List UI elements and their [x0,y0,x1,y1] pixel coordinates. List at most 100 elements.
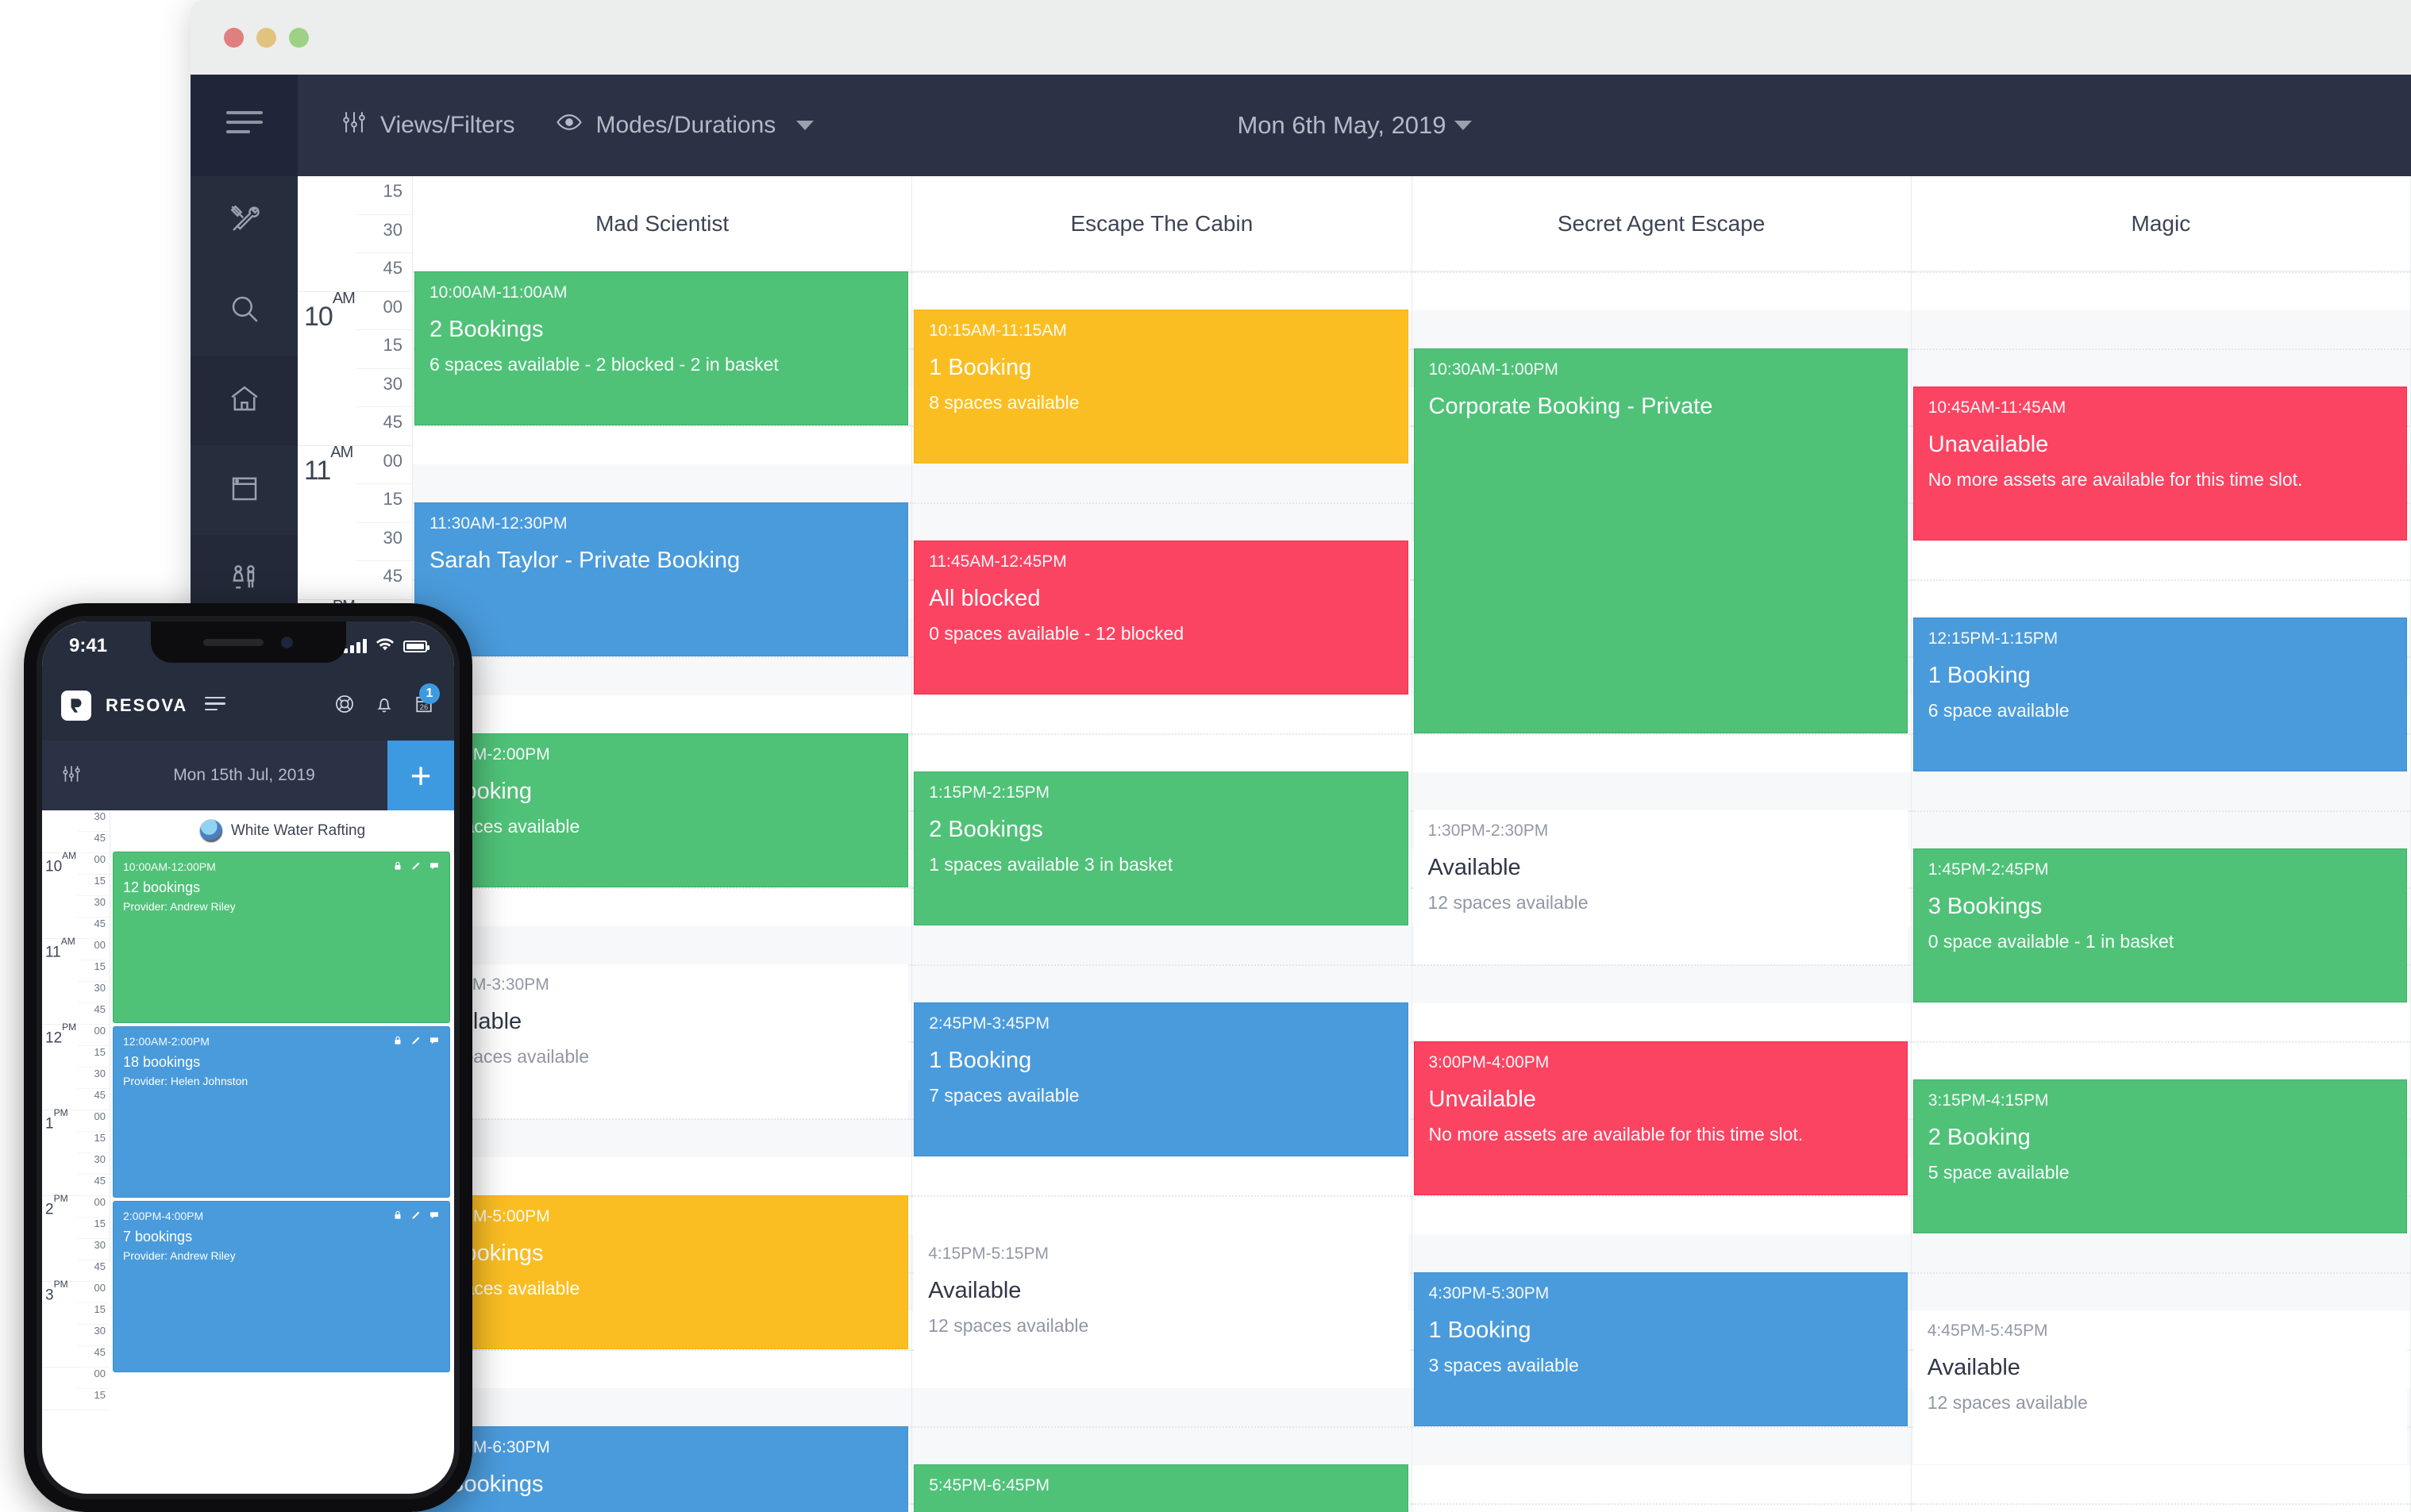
calendar-event[interactable]: 2:30PM-3:30PM Available 12 spaces availabl… [414,964,909,1118]
sidebar-item-search[interactable] [191,266,298,356]
calendar-event[interactable]: 10:45AM-11:45AM Unavailable No more assets… [1912,387,2407,541]
calendar-event[interactable]: 4:00PM-5:00PM 3 Bookings 4 spaces availabl… [414,1195,909,1349]
calendar-event[interactable]: 11:45AM-12:45PM All blocked 0 spaces avail… [914,541,1408,694]
lifebuoy-icon[interactable] [333,693,356,719]
time-slot[interactable] [413,925,912,964]
hamburger-icon[interactable] [205,696,226,715]
lock-icon[interactable] [392,1035,403,1050]
time-slot[interactable] [413,1349,912,1388]
time-slot[interactable] [1911,1503,2410,1512]
calendar-event[interactable]: 4:45PM-5:45PM Available 12 spaces availabl… [1912,1310,2407,1464]
phone-resource-header[interactable]: White Water Rafting [110,810,454,852]
time-slot[interactable] [912,1157,1411,1196]
calendar-event[interactable]: 1:30PM-2:30PM Available 12 spaces availabl… [1413,810,1908,964]
time-slot[interactable] [1412,1195,1911,1234]
calendar-event[interactable]: 1:45PM-2:45PM 3 Bookings 0 space available… [1912,848,2407,1002]
time-slot[interactable] [1911,771,2410,810]
calendar-event[interactable]: 1:00PM-2:00PM 1 Booking 9 spaces available [414,733,909,887]
time-slot[interactable] [912,964,1412,1003]
time-slot[interactable] [1911,1233,2410,1272]
time-slot[interactable] [413,1157,911,1196]
time-slot[interactable] [1912,1465,2410,1504]
lock-icon[interactable] [392,860,403,875]
time-slot[interactable] [413,464,912,502]
calendar-event[interactable]: 11:30AM-12:30PM Sarah Taylor - Private Bo… [414,502,909,656]
calendar-event[interactable]: 4:30PM-5:30PM 1 Booking 3 spaces available [1413,1272,1908,1426]
comment-icon[interactable] [429,1210,440,1225]
close-window-button[interactable] [224,27,244,48]
calendar-event[interactable]: 10:00AM-11:00AM 2 Bookings 6 spaces availa… [414,271,909,425]
comment-icon[interactable] [429,860,440,875]
time-slot[interactable] [413,695,911,734]
calendar-event[interactable]: 3:15PM-4:15PM 2 Booking 5 space available [1912,1079,2407,1233]
modes-durations-button[interactable]: Modes/Durations [535,75,834,176]
comment-icon[interactable] [429,1035,440,1050]
time-slot[interactable] [912,925,1412,964]
resource-column-header[interactable]: Mad Scientist [413,176,912,271]
time-slot[interactable] [1412,1503,1911,1512]
resource-column-header[interactable]: Magic [1911,176,2410,271]
calendar-26-icon[interactable]: 26 1 [413,683,440,719]
time-slot[interactable] [912,271,1412,310]
phone-calendar-event[interactable]: 12:00AM-2:00PM 18 bookings Provider: Helen… [113,1026,450,1198]
time-slot[interactable] [1911,1041,2410,1080]
time-slot[interactable] [1412,733,1911,772]
time-slot[interactable] [1912,1003,2410,1042]
time-slot[interactable] [1412,1465,1911,1504]
phone-filter-button[interactable] [42,764,101,788]
calendar-event[interactable]: 5:30PM-6:30PM 4 Bookings [414,1426,909,1512]
time-slot[interactable] [413,1118,912,1157]
time-slot[interactable] [912,464,1412,502]
calendar-event[interactable]: 12:15PM-1:15PM 1 Booking 6 space available [1912,617,2407,771]
calendar-event[interactable]: 2:45PM-3:45PM 1 Booking 7 spaces available [914,1002,1408,1156]
calendar-event[interactable]: 1:15PM-2:15PM 2 Bookings 1 spaces availabl… [914,771,1408,925]
sidebar-item-bookings[interactable] [191,445,298,535]
pencil-icon[interactable] [410,1210,422,1225]
views-filters-button[interactable]: Views/Filters [320,75,535,176]
minimize-window-button[interactable] [256,27,276,48]
time-slot[interactable] [1911,348,2410,387]
calendar-event[interactable]: 5:45PM-6:45PM [914,1464,1408,1512]
calendar-event[interactable]: 4:15PM-5:15PM Available 12 spaces availabl… [914,1233,1408,1387]
time-slot[interactable] [413,887,912,926]
time-slot[interactable] [413,425,912,464]
time-slot[interactable] [1412,310,1911,348]
time-slot[interactable] [1412,1426,1911,1465]
time-slot[interactable] [1911,310,2410,348]
time-slot[interactable] [1412,771,1911,810]
resource-column-header[interactable]: Secret Agent Escape [1412,176,1911,271]
time-slot[interactable] [912,733,1412,772]
maximize-window-button[interactable] [289,27,309,48]
time-slot[interactable] [1412,964,1911,1003]
pencil-icon[interactable] [410,1035,422,1050]
time-slot[interactable] [1911,810,2410,849]
phone-add-booking-button[interactable]: + [387,741,454,810]
time-slot[interactable] [912,1426,1412,1465]
sidebar-menu-toggle[interactable] [191,75,298,176]
time-slot[interactable] [912,502,1412,541]
lock-icon[interactable] [392,1210,403,1225]
sidebar-item-tools[interactable] [191,176,298,266]
time-slot[interactable] [1912,541,2410,580]
phone-calendar-event[interactable]: 2:00PM-4:00PM 7 bookings Provider: Andrew … [113,1201,450,1372]
phone-calendar-event[interactable]: 10:00AM-12:00PM 12 bookings Provider: Andr… [113,852,450,1023]
time-slot[interactable] [912,695,1411,734]
time-slot[interactable] [1412,1233,1911,1272]
time-slot[interactable] [413,1387,912,1426]
calendar-event[interactable]: 3:00PM-4:00PM Unvailable No more assets ar… [1413,1041,1908,1195]
time-slot[interactable] [1911,271,2410,310]
pencil-icon[interactable] [410,860,422,875]
date-selector[interactable]: Mon 6th May, 2019 [1237,111,1472,140]
bell-icon[interactable] [373,693,395,719]
time-slot[interactable] [912,1387,1412,1426]
calendar-event[interactable]: 10:15AM-11:15AM 1 Booking 8 spaces availab… [914,310,1408,464]
phone-date-label[interactable]: Mon 15th Jul, 2019 [101,766,387,785]
calendar-event[interactable]: 10:30AM-1:00PM Corporate Booking - Privat… [1413,348,1908,733]
time-slot[interactable] [413,656,912,695]
time-slot[interactable] [1412,1003,1911,1042]
resource-column-header[interactable]: Escape The Cabin [912,176,1412,271]
time-slot[interactable] [1911,1272,2410,1311]
time-slot[interactable] [1911,579,2410,618]
time-slot[interactable] [1412,271,1911,310]
sidebar-item-home[interactable] [191,356,298,445]
